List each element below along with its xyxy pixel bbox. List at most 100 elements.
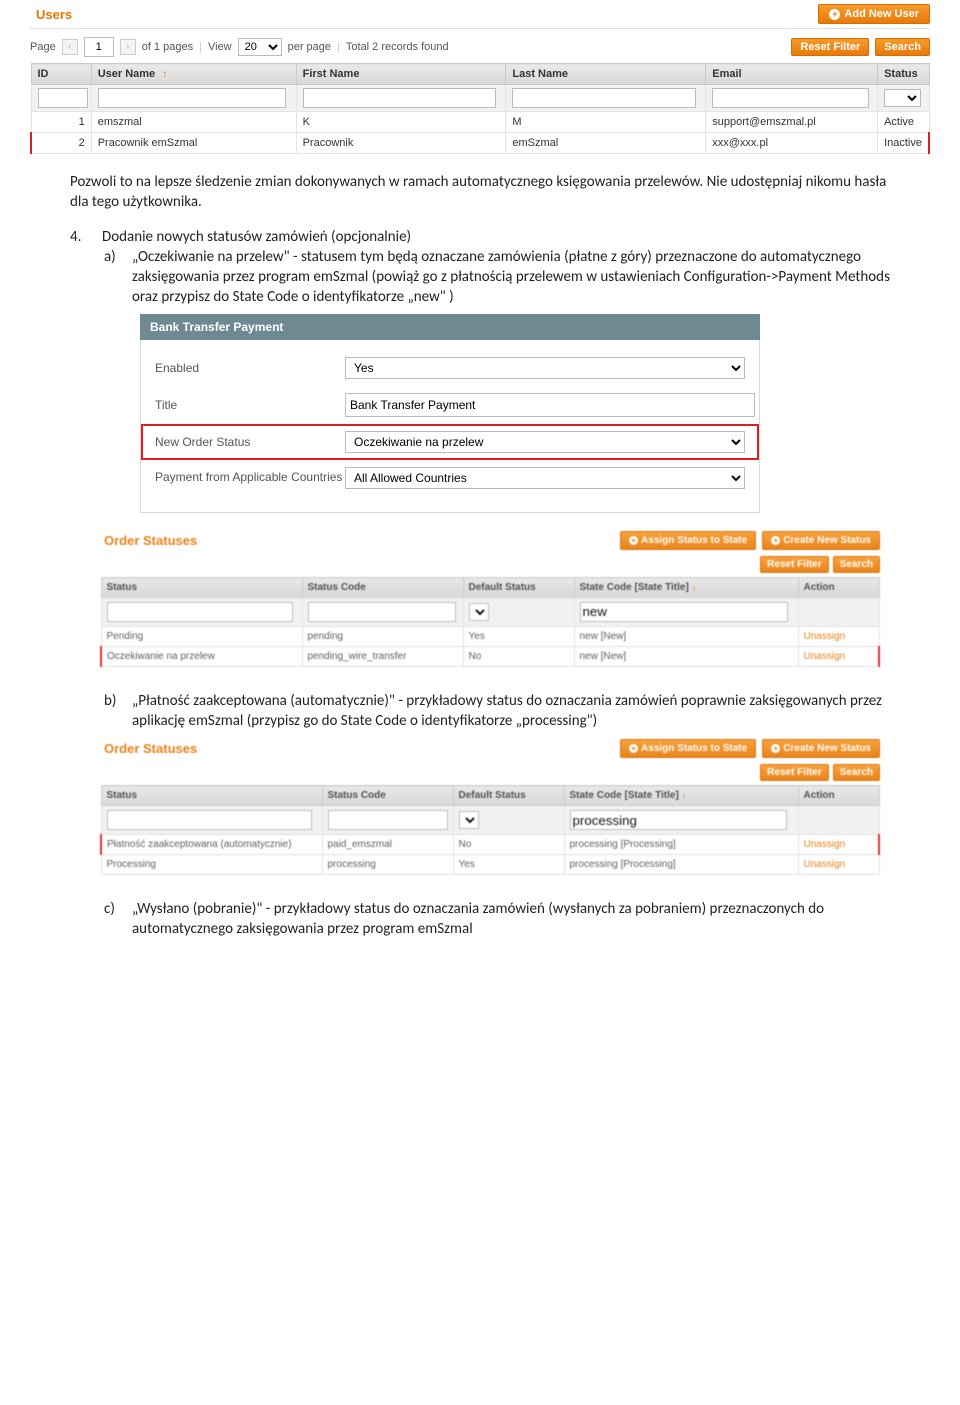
col-lastname[interactable]: Last Name [506,64,706,85]
col-status[interactable]: Status [878,64,929,85]
os-reset-filter-button[interactable]: Reset Filter [760,556,828,573]
assign-status-button[interactable]: +Assign Status to State [620,739,756,758]
col-username[interactable]: User Name ↑ [91,64,296,85]
os-reset-filter-button[interactable]: Reset Filter [760,764,828,781]
view-select[interactable]: 20 [238,38,282,56]
cell-first: K [296,112,506,133]
reset-filter-button[interactable]: Reset Filter [791,38,869,56]
os-col-state-label: State Code [State Title] [580,582,689,593]
document-text: c) „Wysłano (pobranie)" - przykładowy st… [0,895,960,966]
unassign-link[interactable]: Unassign [804,859,846,870]
order-status-table: Status Status Code Default Status State … [100,577,880,667]
assign-status-label: Assign Status to State [641,535,747,546]
payment-form-panel: Bank Transfer Payment Enabled Yes Title … [140,314,760,513]
os-row[interactable]: Oczekiwanie na przelew pending_wire_tran… [101,646,879,666]
os-col-code[interactable]: Status Code [302,577,463,597]
sublist-letter: a) [104,247,122,308]
os-filter-code[interactable] [308,602,457,622]
cell-user: emszmal [91,112,296,133]
form-header: Bank Transfer Payment [140,314,760,340]
users-panel: Users + Add New User Page ‹ › of 1 pages… [0,0,960,154]
os-search-button[interactable]: Search [833,764,880,781]
next-page-button[interactable]: › [120,39,136,55]
os-col-default[interactable]: Default Status [453,786,564,806]
assign-status-label: Assign Status to State [641,743,747,754]
filter-email[interactable] [712,88,869,108]
os-col-action[interactable]: Action [798,786,879,806]
create-status-button[interactable]: +Create New Status [762,739,880,758]
list-number: 4. [70,227,90,247]
filter-username[interactable] [98,88,286,108]
add-new-user-label: Add New User [844,8,919,20]
new-order-status-select[interactable]: Oczekiwanie na przelew [345,431,745,453]
col-email[interactable]: Email [706,64,878,85]
add-new-user-button[interactable]: + Add New User [818,4,930,24]
os-filter-state[interactable] [570,810,788,830]
grid-toolbar: Page ‹ › of 1 pages | View 20 per page |… [30,37,930,57]
os-col-default[interactable]: Default Status [463,577,574,597]
os-cell-def: Yes [463,626,574,646]
paragraph: Pozwoli to na lepsze śledzenie zmian dok… [70,172,890,213]
page-input[interactable] [84,37,114,57]
enabled-label: Enabled [155,361,345,375]
col-firstname[interactable]: First Name [296,64,506,85]
of-pages-label: of 1 pages [142,41,193,53]
plus-icon: + [629,536,638,545]
prev-page-button[interactable]: ‹ [62,39,78,55]
unassign-link[interactable]: Unassign [804,839,846,850]
filter-lastname[interactable] [512,88,696,108]
unassign-link[interactable]: Unassign [804,651,846,662]
order-statuses-panel-1: Order Statuses +Assign Status to State +… [100,531,880,667]
os-cell-state: new [New] [574,646,798,666]
title-input[interactable] [345,393,755,417]
os-search-button[interactable]: Search [833,556,880,573]
table-row[interactable]: 2 Pracownik emSzmal Pracownik emSzmal xx… [31,133,929,154]
search-button[interactable]: Search [875,38,930,56]
col-username-label: User Name [98,68,155,80]
cell-id: 2 [31,133,91,154]
os-cell-def: Yes [453,855,564,875]
unassign-link[interactable]: Unassign [804,631,846,642]
cell-id: 1 [31,112,91,133]
filter-firstname[interactable] [303,88,496,108]
filter-status[interactable] [884,89,921,107]
sort-desc-icon: ↓ [682,790,687,800]
os-row[interactable]: Processing processing Yes processing [Pr… [101,855,879,875]
os-row[interactable]: Pending pending Yes new [New] Unassign [101,626,879,646]
table-row[interactable]: 1 emszmal K M support@emszmal.pl Active [31,112,929,133]
os-col-action[interactable]: Action [798,577,879,597]
sublist-letter: b) [104,691,122,732]
enabled-select[interactable]: Yes [345,357,745,379]
os-filter-default[interactable] [459,811,479,829]
document-text: Pozwoli to na lepsze śledzenie zmian dok… [0,154,960,308]
create-status-button[interactable]: +Create New Status [762,531,880,550]
filter-id[interactable] [38,88,89,108]
os-filter-status[interactable] [107,602,294,622]
countries-select[interactable]: All Allowed Countries [345,467,745,489]
os-col-status[interactable]: Status [101,786,322,806]
create-status-label: Create New Status [783,743,871,754]
order-statuses-panel-2: Order Statuses +Assign Status to State +… [100,739,880,875]
os-filter-code[interactable] [328,810,448,830]
os-filter-status[interactable] [107,810,313,830]
os-col-state[interactable]: State Code [State Title]↓ [574,577,798,597]
divider [30,28,930,29]
plus-icon: + [629,744,638,753]
os-row[interactable]: Płatność zaakceptowana (automatycznie) p… [101,835,879,855]
os-filter-state[interactable] [580,602,788,622]
os-col-state[interactable]: State Code [State Title]↓ [564,786,798,806]
assign-status-button[interactable]: +Assign Status to State [620,531,756,550]
os-col-status[interactable]: Status [101,577,302,597]
sort-desc-icon: ↓ [692,582,697,592]
title-label: Title [155,398,345,412]
page-label: Page [30,41,56,53]
os-title: Order Statuses [100,533,197,548]
os-filter-default[interactable] [469,603,489,621]
col-id[interactable]: ID [31,64,91,85]
list-text: Dodanie nowych statusów zamówień (opcjon… [102,227,411,247]
os-col-code[interactable]: Status Code [322,786,453,806]
os-cell-status: Płatność zaakceptowana (automatycznie) [101,835,322,855]
os-cell-code: paid_emszmal [322,835,453,855]
cell-email: xxx@xxx.pl [706,133,878,154]
os-cell-state: processing [Processing] [564,835,798,855]
